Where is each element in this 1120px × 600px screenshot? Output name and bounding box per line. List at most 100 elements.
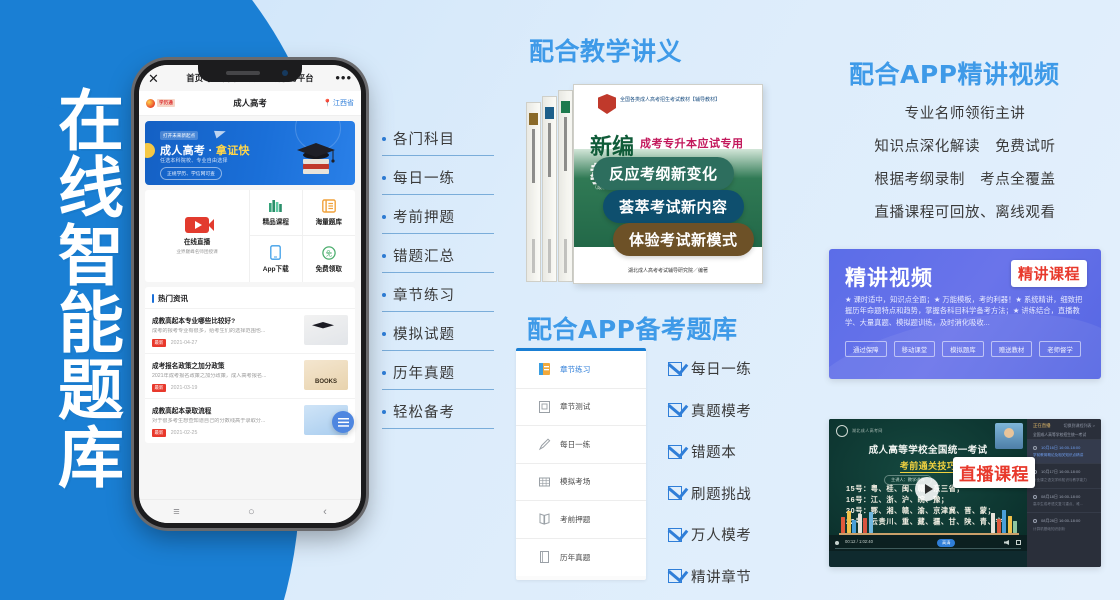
test-paper-icon	[539, 400, 550, 413]
document-icon	[540, 551, 549, 564]
live-schedule-row[interactable]: 08月28日 16:00-18:00 计算机基础知识剖析	[1027, 512, 1101, 537]
volume-icon[interactable]	[1004, 540, 1009, 545]
play-pause-icon[interactable]	[835, 540, 839, 545]
promo-card[interactable]: 精讲视频 精讲课程 ★ 课时适中，知识点全面；★ 万能模板，考的利器！★ 系统精…	[829, 249, 1101, 379]
book-decor	[996, 519, 1001, 533]
home-icon[interactable]: ○	[248, 506, 255, 518]
page-title-char: 线	[58, 150, 124, 228]
appbank-menu-item-mock-exam[interactable]: 模拟考场	[516, 463, 646, 501]
news-item-title: 成教高起本专业哪些比较好?	[152, 318, 236, 325]
list-item: 各门科目	[382, 128, 494, 156]
status-badge: 最新	[152, 339, 166, 348]
phone-speaker	[226, 71, 260, 75]
page-title-char: 能	[58, 284, 124, 362]
promo-tag[interactable]: 通过保障	[845, 341, 887, 357]
page-title-char: 库	[58, 419, 124, 497]
quick-action-questionbank[interactable]: 海量题库	[302, 190, 355, 236]
live-schedule-row[interactable]: 10月16日 16:00-18:00 学前教育概论及相关知识点精讲	[1027, 438, 1101, 464]
list-item[interactable]: 成教高起本录取流程 对于很多考生想查知道自己的分数线高于录取分... 最新 20…	[145, 398, 355, 443]
list-item[interactable]: 成考报名政策之加分政策 2021年成考报名政策之加分政策，成人高考报名... 最…	[145, 353, 355, 398]
book-badge: 体验考试新模式	[613, 223, 754, 256]
spine-emblem	[545, 107, 554, 119]
quick-action-label: 精品课程	[262, 219, 289, 226]
news-item-date: 2021-04-27	[170, 340, 198, 347]
spine-emblem	[561, 101, 570, 113]
feature-label: 每日一练	[393, 171, 455, 187]
live-schedule-time-wrap: 08月28日 16:00-18:00	[1033, 518, 1095, 524]
live-schedule-desc: 高中生成考语文复习重点、难...	[1033, 502, 1083, 507]
list-item: 精讲章节	[668, 566, 751, 587]
video-time-display: 00:12 / 1:02:40	[845, 539, 873, 544]
back-icon[interactable]: ‹	[323, 506, 327, 518]
list-item: 模拟试题	[382, 323, 494, 351]
promo-tag[interactable]: 模拟题库	[942, 341, 984, 357]
video-progress-bar[interactable]	[835, 547, 1021, 549]
live-course-card[interactable]: 湖北成人高考网 成人高等学校全国统一考试 考前通关技巧 主讲人：教学讲师 15号…	[829, 419, 1101, 567]
list-item: 考前押题	[382, 206, 494, 234]
promo-tag[interactable]: 赠送教材	[990, 341, 1033, 357]
app-hero-banner[interactable]: 打开未来新起点 成人高考 · 拿证快 任选本科院校、专业自由选择 正规学历、学信…	[145, 121, 355, 185]
news-item-meta: 最新 2021-02-25	[152, 429, 298, 438]
list-item[interactable]: 成教高起本专业哪些比较好? 成考的报考专业有很多，给考生们的选择范围也... 最…	[145, 308, 355, 353]
video-play-icon	[185, 217, 214, 233]
feature-list: 各门科目 每日一练 考前押题 错题汇总 章节练习 模拟试题 历年真题 轻松备考	[382, 128, 494, 440]
banner-cta-button[interactable]: 正规学历、学信网可查	[160, 167, 222, 180]
quick-action-label: 在线直播	[183, 239, 211, 246]
book-group-right	[991, 505, 1017, 533]
book-group-left	[841, 505, 873, 533]
live-schedule-row[interactable]: 10月17日 16:00-18:00 专业课之语文学科知识与教学能力	[1027, 463, 1101, 488]
floating-menu-button[interactable]	[332, 411, 354, 433]
appbank-menu-item-daily-practice[interactable]: 每日一练	[516, 426, 646, 464]
books-stack-icon	[269, 200, 283, 212]
appbank-menu-item-chapter-test[interactable]: 章节测试	[516, 388, 646, 426]
phone-mockup: ✕ 首页-学习网站江汉区在线学习平台 ••• 学历通 成人高考 📍 江西省 打开…	[134, 60, 366, 528]
appbank-menu-item-pre-exam[interactable]: 考前押题	[516, 501, 646, 539]
live-sidebar-title: 正在直播	[1033, 423, 1051, 428]
appbank-menu-item-past-papers[interactable]: 历年真题	[516, 538, 646, 576]
promo-tag[interactable]: 移动课堂	[893, 341, 936, 357]
checkmark-icon	[668, 569, 682, 583]
quick-action-courses[interactable]: 精品课程	[250, 190, 303, 236]
checkmark-icon	[668, 403, 682, 417]
check-label: 精讲章节	[691, 569, 752, 586]
quick-action-live[interactable]: 在线直播 业界巅峰名师团授课	[145, 190, 250, 282]
quick-action-label: 海量题库	[315, 219, 342, 226]
video-player-controls[interactable]: 00:12 / 1:02:40 高清	[829, 535, 1027, 551]
video-line: 专业名师领衔主讲	[904, 106, 1026, 122]
region-selector[interactable]: 📍 江西省	[323, 98, 354, 108]
book-spine	[526, 102, 541, 282]
appbank-menu-item-chapter-practice[interactable]: 章节练习	[516, 351, 646, 389]
live-schedule-time: 10月17日 16:00-18:00	[1041, 469, 1081, 475]
page-title-char: 在	[58, 83, 124, 160]
spine-text-decor	[564, 117, 567, 171]
promo-tag[interactable]: 老师督学	[1039, 341, 1081, 357]
fullscreen-icon[interactable]	[1016, 540, 1021, 545]
news-item-text: 成教高起本专业哪些比较好? 成考的报考专业有很多，给考生们的选择范围也... 最…	[152, 315, 298, 348]
video-quality-badge[interactable]: 高清	[937, 538, 956, 547]
quick-action-free[interactable]: 免 免费领取	[303, 236, 356, 282]
news-item-text: 成教高起本录取流程 对于很多考生想查知道自己的分数线高于录取分... 最新 20…	[152, 405, 298, 438]
list-item: 错题本	[668, 441, 751, 462]
play-button-icon[interactable]	[915, 477, 939, 501]
banner-tag: 打开未来新起点	[160, 131, 199, 140]
news-item-thumbnail	[304, 315, 348, 345]
recents-icon[interactable]: ≡	[173, 506, 179, 518]
region-label: 江西省	[333, 100, 354, 107]
check-label: 错题本	[691, 445, 737, 461]
appbank-illustration: 章节练习 章节测试 每日一练 模拟考场 考前押题 历年真题 每日一练 真题模考 …	[516, 348, 806, 586]
quick-action-appdownload[interactable]: App下载	[250, 236, 303, 282]
book-decor	[852, 520, 856, 533]
live-schedule-row[interactable]: 08月18日 16:00-18:00 高中生成考语文复习重点、难...	[1027, 487, 1101, 513]
live-sidebar-switch-label[interactable]: 切换到课程列表 >	[1064, 423, 1095, 429]
book-decor	[846, 511, 851, 533]
live-schedule-time-wrap: 10月17日 16:00-18:00	[1033, 469, 1095, 475]
live-sidebar: 正在直播 切换到课程列表 > 全国成人高等学校招生统一考试 10月16日 16:…	[1027, 419, 1101, 567]
feature-label: 各门科目	[393, 132, 455, 148]
phone-front-camera	[282, 70, 288, 76]
list-item: 章节练习	[382, 284, 494, 312]
book-decor	[1013, 521, 1017, 533]
appbank-check-list: 每日一练 真题模考 错题本 刷题挑战 万人模考 精讲章节	[668, 358, 751, 600]
list-item: 刷题挑战	[668, 483, 751, 504]
status-badge: 最新	[152, 384, 166, 393]
book-decor	[863, 518, 867, 533]
